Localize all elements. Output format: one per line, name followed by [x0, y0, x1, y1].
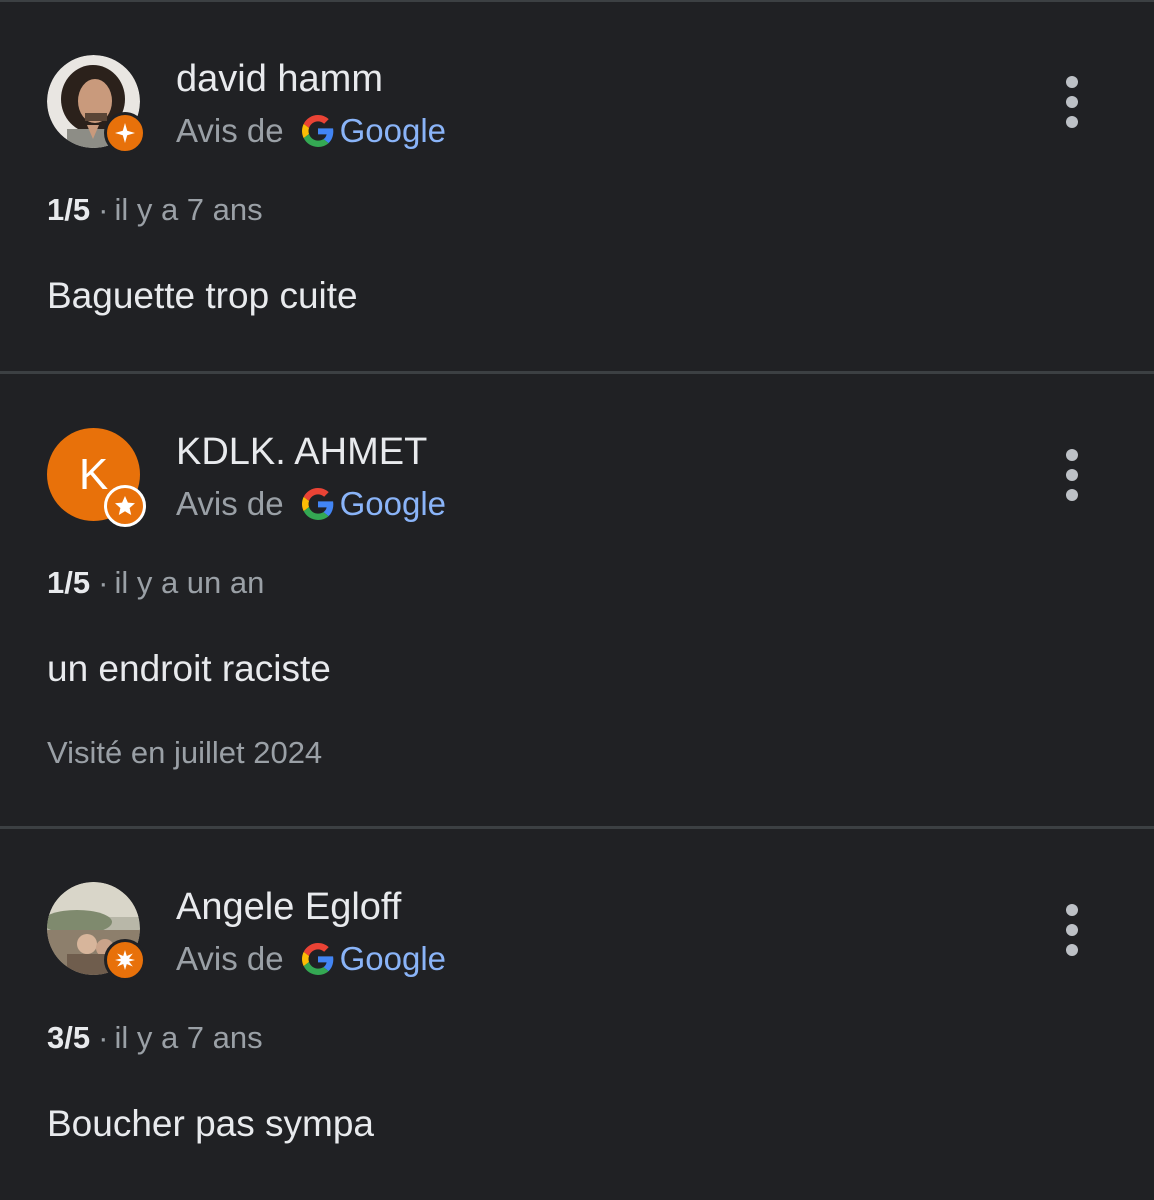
avatar[interactable] — [47, 882, 146, 981]
google-link[interactable]: Google — [340, 939, 446, 979]
more-vertical-icon-dot — [1066, 469, 1078, 481]
more-vertical-icon-dot — [1066, 944, 1078, 956]
meta-separator: · — [98, 192, 109, 227]
rating: 1/5 — [47, 565, 91, 600]
more-vertical-icon — [1066, 76, 1078, 88]
google-g-icon — [301, 488, 333, 520]
more-options-button[interactable] — [1050, 72, 1094, 132]
rating: 1/5 — [47, 192, 91, 227]
review-time: il y a un an — [114, 565, 265, 600]
review-source: Avis de Google — [176, 939, 446, 979]
local-guide-badge-icon — [104, 112, 146, 154]
more-vertical-icon-dot — [1066, 96, 1078, 108]
review-source: Avis de Google — [176, 484, 446, 524]
visit-date: Visité en juillet 2024 — [47, 735, 323, 770]
author-name[interactable]: KDLK. AHMET — [176, 430, 427, 474]
review-meta: 1/5 · il y a 7 ans — [47, 191, 263, 229]
google-link[interactable]: Google — [340, 111, 446, 151]
local-guide-badge-icon — [104, 939, 146, 981]
local-guide-badge-icon — [104, 485, 146, 527]
more-vertical-icon — [1066, 904, 1078, 916]
avatar[interactable] — [47, 55, 146, 154]
review-text: un endroit raciste — [47, 648, 331, 689]
google-g-icon — [301, 943, 333, 975]
meta-separator: · — [98, 1020, 109, 1055]
review-time: il y a 7 ans — [114, 192, 263, 227]
more-vertical-icon-dot — [1066, 489, 1078, 501]
review-meta: 1/5 · il y a un an — [47, 564, 264, 602]
more-options-button[interactable] — [1050, 900, 1094, 960]
more-vertical-icon — [1066, 449, 1078, 461]
review-card: K KDLK. AHMET Avis de Google 1/5 · il y … — [0, 374, 1154, 826]
source-prefix: Avis de — [176, 485, 284, 522]
rating: 3/5 — [47, 1020, 91, 1055]
reviews-list: david hamm Avis de Google 1/5 · il y a 7 a… — [0, 0, 1154, 1200]
review-text: Boucher pas sympa — [47, 1103, 375, 1144]
google-g-icon — [301, 115, 333, 147]
author-name[interactable]: david hamm — [176, 57, 383, 101]
review-time: il y a 7 ans — [114, 1020, 263, 1055]
more-vertical-icon-dot — [1066, 924, 1078, 936]
review-card: david hamm Avis de Google 1/5 · il y a 7 a… — [0, 0, 1154, 372]
meta-separator: · — [98, 565, 109, 600]
review-text: Baguette trop cuite — [47, 275, 358, 316]
review-source: Avis de Google — [176, 111, 446, 151]
review-card: Angele Egloff Avis de Google 3/5 · il y a … — [0, 828, 1154, 1200]
author-name[interactable]: Angele Egloff — [176, 885, 401, 929]
avatar[interactable]: K — [47, 428, 146, 527]
review-meta: 3/5 · il y a 7 ans — [47, 1019, 263, 1057]
more-vertical-icon-dot — [1066, 116, 1078, 128]
source-prefix: Avis de — [176, 112, 284, 149]
google-link[interactable]: Google — [340, 484, 446, 524]
more-options-button[interactable] — [1050, 445, 1094, 505]
source-prefix: Avis de — [176, 940, 284, 977]
